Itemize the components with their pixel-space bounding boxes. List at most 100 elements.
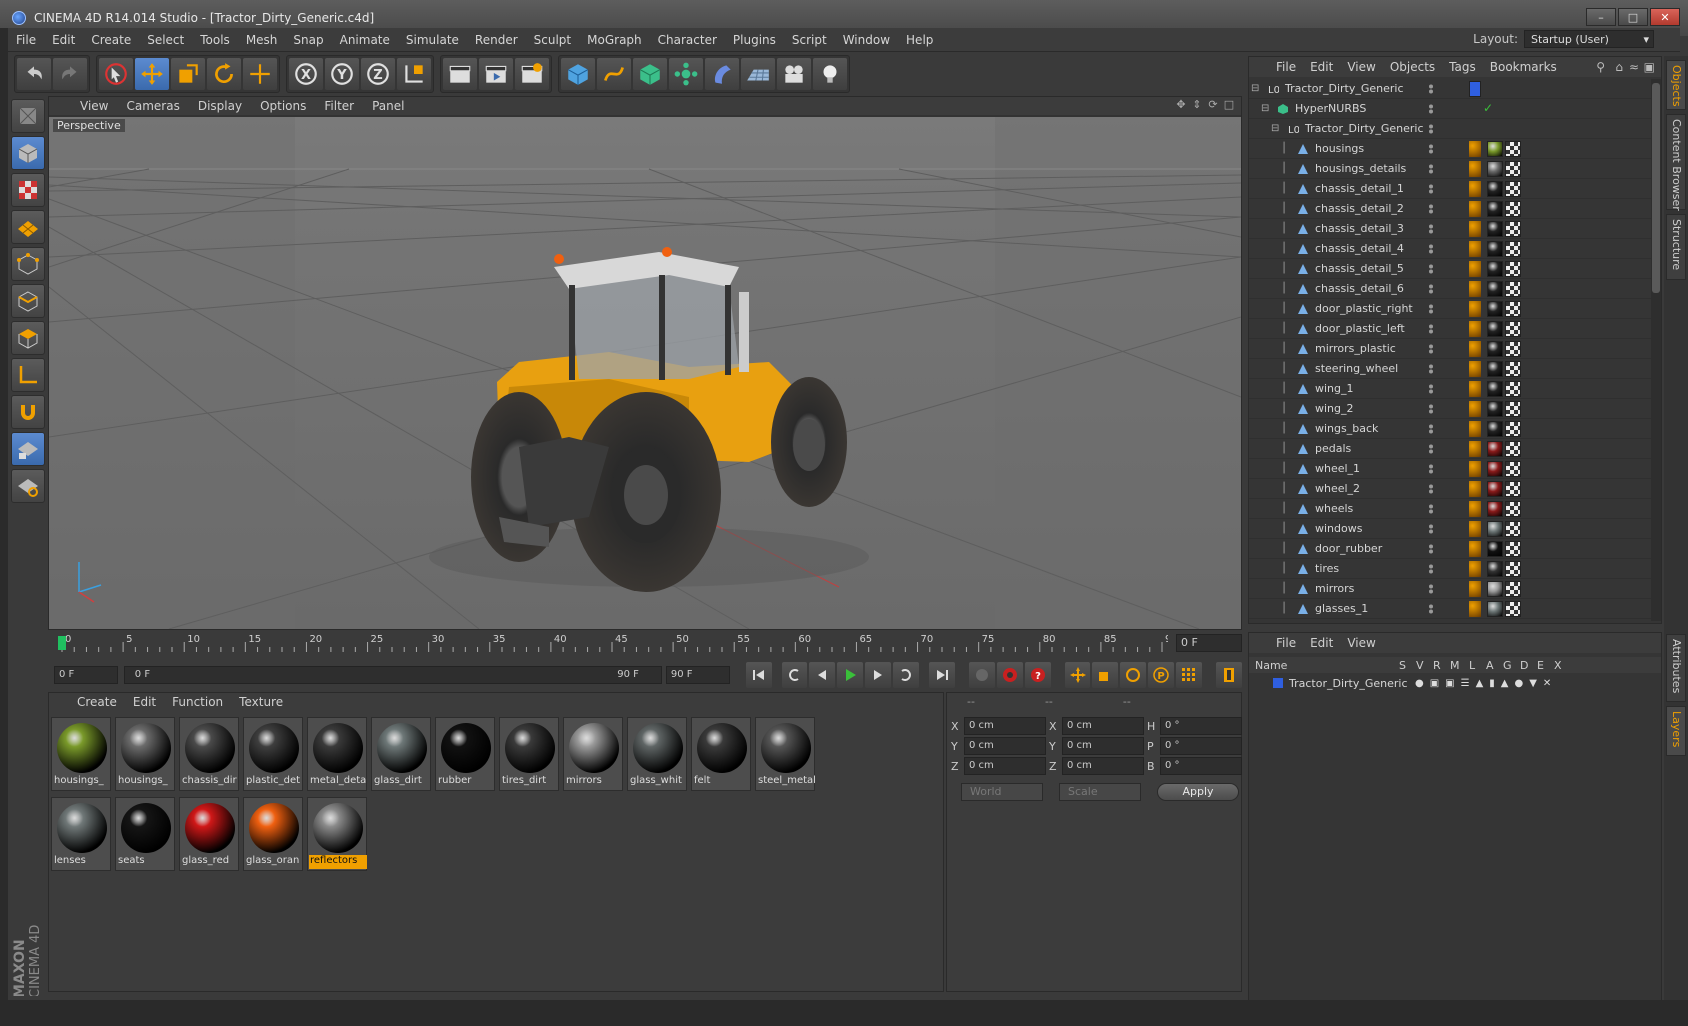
- locked-workplane-button[interactable]: [11, 432, 45, 466]
- tab-content-browser[interactable]: Content Browser: [1666, 114, 1686, 211]
- visibility-dots-icon[interactable]: [1427, 324, 1435, 334]
- object-row[interactable]: │ chassis_detail_2: [1249, 199, 1653, 219]
- object-row[interactable]: │ windows: [1249, 519, 1653, 539]
- scale-tool-button[interactable]: [171, 58, 205, 90]
- rotate-tool-button[interactable]: [207, 58, 241, 90]
- viewport-menu-display[interactable]: Display: [189, 99, 251, 113]
- tab-attributes[interactable]: Attributes: [1666, 634, 1686, 702]
- material-tag-icon[interactable]: [1487, 341, 1503, 357]
- material-tag-icon[interactable]: [1487, 521, 1503, 537]
- visibility-dots-icon[interactable]: [1427, 284, 1435, 294]
- material-tag-icon[interactable]: [1487, 141, 1503, 157]
- key-rotation-button[interactable]: [1120, 662, 1147, 688]
- menu-create[interactable]: Create: [83, 33, 139, 47]
- object-row[interactable]: │ door_plastic_right: [1249, 299, 1653, 319]
- visibility-dots-icon[interactable]: [1427, 224, 1435, 234]
- material-tag-icon[interactable]: [1487, 361, 1503, 377]
- menu-animate[interactable]: Animate: [332, 33, 398, 47]
- deformer-button[interactable]: [705, 58, 739, 90]
- object-menu-edit[interactable]: Edit: [1303, 60, 1340, 74]
- layer-color-icon[interactable]: [1469, 121, 1481, 137]
- column-flag[interactable]: G: [1503, 659, 1512, 672]
- visibility-dots-icon[interactable]: [1427, 464, 1435, 474]
- go-to-end-button[interactable]: [929, 662, 955, 688]
- visibility-dots-icon[interactable]: [1427, 364, 1435, 374]
- material-swatch[interactable]: felt: [691, 717, 751, 791]
- object-row[interactable]: │ pedals: [1249, 439, 1653, 459]
- material-menu-texture[interactable]: Texture: [231, 695, 291, 709]
- 3d-viewport[interactable]: Perspective: [49, 117, 1241, 629]
- maximize-button[interactable]: □: [1618, 8, 1648, 26]
- visibility-dots-icon[interactable]: [1427, 524, 1435, 534]
- column-flag[interactable]: V: [1416, 659, 1424, 672]
- rotation-p-field[interactable]: 0 °: [1160, 737, 1242, 755]
- phong-tag-icon[interactable]: [1469, 201, 1481, 217]
- uvw-tag-icon[interactable]: [1505, 201, 1521, 217]
- phong-tag-icon[interactable]: [1469, 301, 1481, 317]
- object-row[interactable]: │ chassis_detail_6: [1249, 279, 1653, 299]
- uvw-tag-icon[interactable]: [1505, 181, 1521, 197]
- uvw-tag-icon[interactable]: [1505, 561, 1521, 577]
- phong-tag-icon[interactable]: [1469, 461, 1481, 477]
- z-axis-button[interactable]: Z: [361, 58, 395, 90]
- phong-tag-icon[interactable]: [1469, 181, 1481, 197]
- object-row[interactable]: │ glasses_1: [1249, 599, 1653, 619]
- material-tag-icon[interactable]: [1487, 441, 1503, 457]
- coordinate-system-button[interactable]: [397, 58, 431, 90]
- object-row[interactable]: │ mirrors: [1249, 579, 1653, 599]
- menu-snap[interactable]: Snap: [285, 33, 331, 47]
- snap-button[interactable]: [11, 395, 45, 429]
- tab-layers[interactable]: Layers: [1666, 706, 1686, 756]
- layer-color-icon[interactable]: [1469, 81, 1481, 97]
- column-flag[interactable]: D: [1520, 659, 1528, 672]
- rotation-h-field[interactable]: 0 °: [1160, 717, 1242, 735]
- cube-object-button[interactable]: [561, 58, 595, 90]
- layer-menu-edit[interactable]: Edit: [1303, 636, 1340, 650]
- uvw-tag-icon[interactable]: [1505, 401, 1521, 417]
- uvw-tag-icon[interactable]: [1505, 221, 1521, 237]
- phong-tag-icon[interactable]: [1469, 341, 1481, 357]
- visibility-dots-icon[interactable]: [1427, 424, 1435, 434]
- undo-button[interactable]: [17, 58, 51, 90]
- material-swatch[interactable]: glass_dirt: [371, 717, 431, 791]
- material-swatch[interactable]: steel_metal: [755, 717, 815, 791]
- uvw-tag-icon[interactable]: [1505, 261, 1521, 277]
- material-tag-icon[interactable]: [1487, 601, 1503, 617]
- coordinate-mode-dropdown[interactable]: World: [961, 783, 1043, 801]
- object-list-scrollbar[interactable]: [1651, 79, 1661, 621]
- visibility-dots-icon[interactable]: [1427, 144, 1435, 154]
- material-tag-icon[interactable]: [1487, 161, 1503, 177]
- visibility-dots-icon[interactable]: [1427, 544, 1435, 554]
- uvw-tag-icon[interactable]: [1505, 461, 1521, 477]
- material-tag-icon[interactable]: [1487, 401, 1503, 417]
- object-menu-tags[interactable]: Tags: [1442, 60, 1483, 74]
- tab-structure[interactable]: Structure: [1666, 214, 1686, 280]
- column-flag[interactable]: E: [1537, 659, 1544, 672]
- current-frame-field[interactable]: 0 F: [1176, 634, 1242, 652]
- live-selection-button[interactable]: [99, 58, 133, 90]
- previous-key-button[interactable]: [781, 662, 808, 688]
- polygons-mode-button[interactable]: [11, 321, 45, 355]
- phong-tag-icon[interactable]: [1469, 241, 1481, 257]
- viewport-menu-options[interactable]: Options: [251, 99, 315, 113]
- object-row[interactable]: │ door_plastic_left: [1249, 319, 1653, 339]
- menu-edit[interactable]: Edit: [44, 33, 83, 47]
- object-row[interactable]: │ housings: [1249, 139, 1653, 159]
- visibility-dots-icon[interactable]: [1427, 344, 1435, 354]
- rotation-b-field[interactable]: 0 °: [1160, 757, 1242, 775]
- render-settings-button[interactable]: [515, 58, 549, 90]
- visibility-dots-icon[interactable]: [1427, 124, 1435, 134]
- scrollbar-thumb[interactable]: [1652, 83, 1660, 293]
- visibility-dots-icon[interactable]: [1427, 504, 1435, 514]
- object-row[interactable]: │ chassis_detail_1: [1249, 179, 1653, 199]
- object-row[interactable]: │ door_rubber: [1249, 539, 1653, 559]
- viewport-menu-view[interactable]: View: [71, 99, 117, 113]
- tree-expander[interactable]: ⊟: [1261, 103, 1269, 114]
- column-name[interactable]: Name: [1255, 659, 1287, 672]
- size-mode-dropdown[interactable]: Scale: [1059, 783, 1141, 801]
- menu-mograph[interactable]: MoGraph: [579, 33, 650, 47]
- y-axis-button[interactable]: Y: [325, 58, 359, 90]
- tree-expander[interactable]: ⊟: [1271, 123, 1279, 134]
- material-tag-icon[interactable]: [1487, 261, 1503, 277]
- next-frame-button[interactable]: [865, 662, 892, 688]
